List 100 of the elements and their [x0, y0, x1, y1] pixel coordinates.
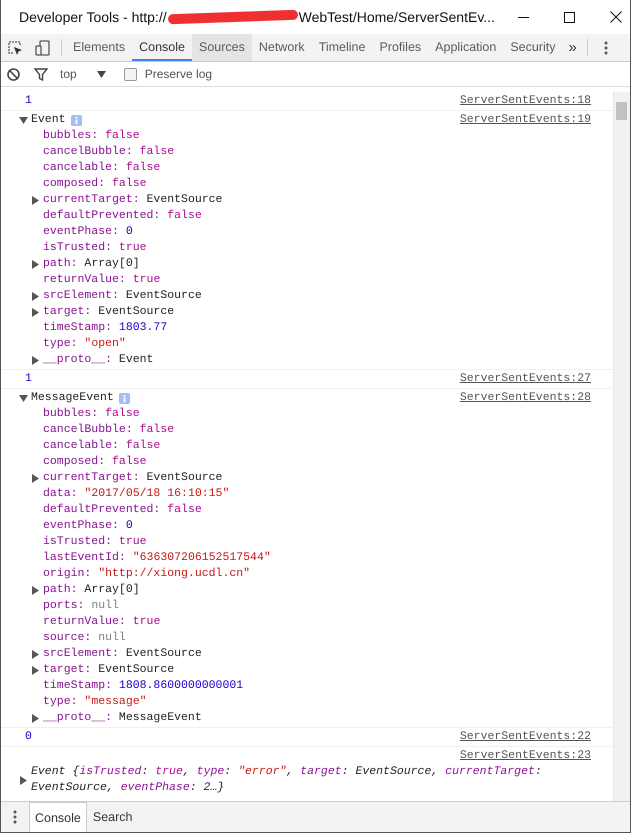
- property-value: false: [112, 176, 147, 192]
- property-name: origin:: [43, 566, 92, 582]
- property-value: 1803.77: [118, 320, 168, 336]
- property-value: 1808.8600000000001: [118, 678, 244, 694]
- expand-triangle-icon[interactable]: [19, 776, 28, 784]
- preserve-log-label: Preserve log: [144, 67, 212, 81]
- property-value: 0: [126, 224, 133, 240]
- property-name: returnValue:: [43, 614, 126, 630]
- source-link[interactable]: ServerSentEvents:23: [460, 748, 591, 764]
- info-icon: [70, 114, 82, 126]
- property-value: EventSource: [146, 192, 222, 208]
- property-name: lastEventId:: [43, 550, 126, 566]
- menu-icon[interactable]: [604, 40, 608, 54]
- drawer-tab[interactable]: Search: [86, 802, 138, 832]
- expand-triangle-icon[interactable]: [31, 474, 40, 482]
- panel-tab[interactable]: Profiles: [372, 34, 428, 61]
- property-name: defaultPrevented:: [43, 208, 160, 224]
- property-name: cancelBubble:: [43, 144, 133, 160]
- property-name: currentTarget:: [43, 470, 140, 486]
- context-selector[interactable]: top: [60, 67, 77, 81]
- drawer-tab[interactable]: Console: [29, 802, 87, 832]
- panel-tab[interactable]: Sources: [192, 34, 252, 61]
- preserve-log-checkbox[interactable]: [124, 68, 137, 80]
- property-name: timeStamp:: [43, 320, 112, 336]
- panel-tab[interactable]: Application: [428, 34, 504, 61]
- property-name: eventPhase:: [43, 518, 119, 534]
- property-value: MessageEvent: [118, 710, 202, 726]
- property-name: srcElement:: [43, 288, 119, 304]
- property-name: returnValue:: [43, 272, 126, 288]
- clear-console-icon[interactable]: [7, 68, 20, 80]
- source-link[interactable]: ServerSentEvents:28: [460, 390, 591, 406]
- property-value: null: [91, 598, 119, 614]
- property-value: false: [167, 502, 202, 518]
- filter-icon[interactable]: [34, 68, 48, 80]
- log-value: 1: [25, 371, 32, 387]
- property-name: cancelable:: [43, 438, 119, 454]
- property-name: ports:: [43, 598, 84, 614]
- object-name[interactable]: MessageEvent: [31, 390, 114, 406]
- drawer-menu-icon[interactable]: [13, 810, 17, 824]
- panel-tab[interactable]: Elements: [66, 34, 132, 61]
- property-name: target:: [43, 662, 92, 678]
- object-name[interactable]: Event: [31, 112, 66, 128]
- scrollbar-thumb[interactable]: [616, 102, 627, 120]
- dropdown-arrow-icon[interactable]: [96, 70, 106, 78]
- source-link[interactable]: ServerSentEvents:27: [460, 371, 591, 387]
- property-name: path:: [43, 582, 78, 598]
- device-toolbar-icon[interactable]: [35, 40, 51, 56]
- property-value: "636307206152517544": [132, 550, 271, 566]
- panel-tab[interactable]: Network: [252, 34, 312, 61]
- property-name: bubbles:: [43, 128, 98, 144]
- property-name: data:: [43, 486, 78, 502]
- expand-triangle-icon[interactable]: [31, 260, 40, 268]
- event-preview[interactable]: Event {isTrusted: true, type: "error", target: EventSource, currentTarget: EventSource, eventPhase: 2…}: [31, 764, 613, 796]
- property-value: Event: [118, 352, 154, 368]
- inspect-element-icon[interactable]: [7, 40, 23, 56]
- more-tabs-button[interactable]: »: [562, 34, 583, 61]
- property-value: EventSource: [146, 470, 222, 486]
- property-value: EventSource: [126, 646, 202, 662]
- property-name: __proto__:: [43, 710, 112, 726]
- source-link[interactable]: ServerSentEvents:18: [460, 93, 591, 109]
- panel-tab[interactable]: Timeline: [312, 34, 372, 61]
- source-link[interactable]: ServerSentEvents:19: [460, 112, 591, 128]
- property-name: timeStamp:: [43, 678, 112, 694]
- property-value: 0: [126, 518, 133, 534]
- property-name: currentTarget:: [43, 192, 140, 208]
- scrollbar[interactable]: [613, 92, 630, 801]
- property-value: false: [140, 422, 174, 438]
- property-name: path:: [43, 256, 78, 272]
- property-value: false: [167, 208, 202, 224]
- expand-triangle-icon[interactable]: [31, 586, 40, 594]
- maximize-icon[interactable]: [564, 12, 576, 22]
- log-value: 0: [25, 729, 32, 745]
- property-name: eventPhase:: [43, 224, 119, 240]
- close-icon[interactable]: [610, 11, 622, 23]
- collapse-triangle-icon[interactable]: [19, 394, 28, 402]
- window-title: Developer Tools - http:// WebTest/Home/ServerSentEv...: [19, 9, 495, 25]
- property-value: EventSource: [98, 304, 174, 320]
- property-value: "http://xiong.ucdl.cn": [98, 566, 250, 582]
- property-name: type:: [43, 694, 78, 710]
- expand-triangle-icon[interactable]: [31, 714, 40, 722]
- property-value: true: [118, 534, 147, 550]
- property-name: isTrusted:: [43, 240, 112, 256]
- property-name: composed:: [43, 454, 106, 470]
- collapse-triangle-icon[interactable]: [19, 116, 28, 124]
- property-name: cancelBubble:: [43, 422, 133, 438]
- panel-tab[interactable]: Security: [503, 34, 562, 61]
- expand-triangle-icon[interactable]: [31, 196, 40, 204]
- property-value: false: [112, 454, 147, 470]
- property-name: source:: [43, 630, 92, 646]
- property-value: Array[0]: [84, 256, 140, 272]
- source-link[interactable]: ServerSentEvents:22: [460, 729, 591, 745]
- log-value: 1: [25, 93, 32, 109]
- property-name: __proto__:: [43, 352, 112, 368]
- expand-triangle-icon[interactable]: [31, 356, 40, 364]
- property-value: true: [132, 272, 160, 288]
- property-value: Array[0]: [84, 582, 140, 598]
- property-value: "open": [84, 336, 126, 352]
- property-name: composed:: [43, 176, 106, 192]
- property-value: EventSource: [98, 662, 174, 678]
- property-name: defaultPrevented:: [43, 502, 160, 518]
